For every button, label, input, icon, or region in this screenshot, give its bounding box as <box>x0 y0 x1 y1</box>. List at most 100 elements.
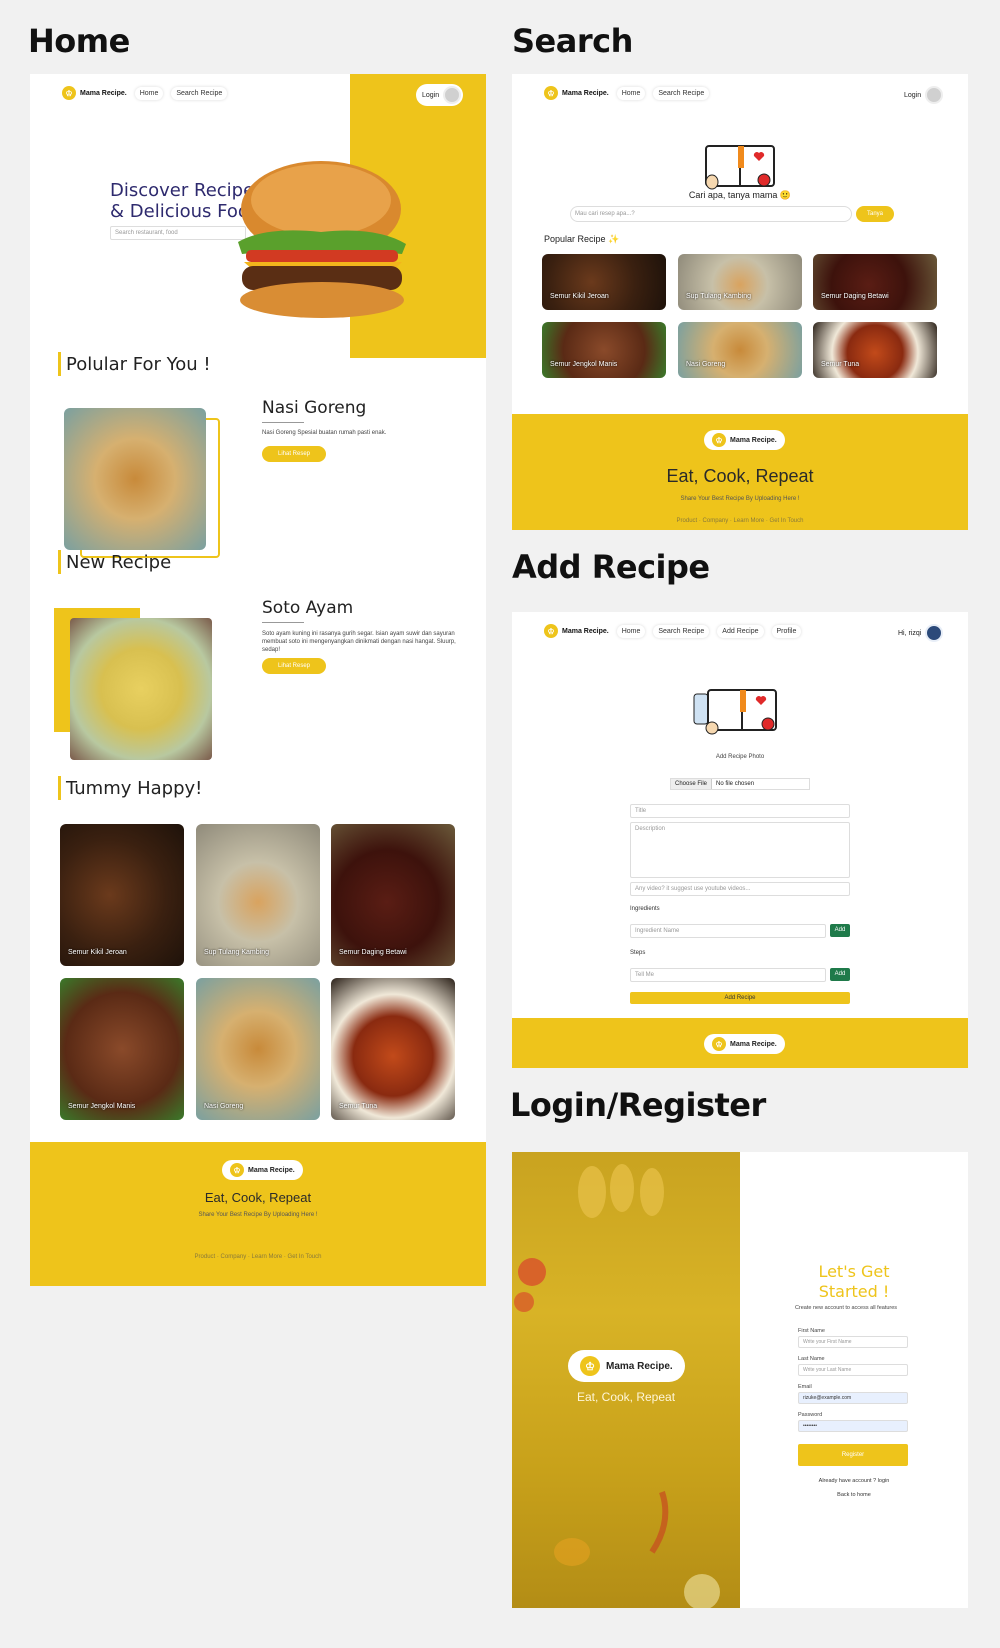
add-ingredient-button[interactable]: Add <box>830 924 850 937</box>
tummy-item-5[interactable]: Nasi Goreng <box>196 978 320 1120</box>
search-result-4[interactable]: Semur Jengkol Manis <box>542 322 666 378</box>
brand-name: Mama Recipe. <box>80 89 127 97</box>
home-screen: ♔ Mama Recipe. Home Search Recipe Login … <box>30 74 486 1286</box>
footer-subtext: Share Your Best Recipe By Uploading Here… <box>198 1212 318 1218</box>
login-button[interactable]: Login <box>898 84 946 106</box>
first-name-field[interactable]: Write your First Name <box>798 1336 908 1348</box>
popular-view-recipe-button[interactable]: Lihat Resep <box>262 446 326 462</box>
tummy-item-6[interactable]: Semur Tuna <box>331 978 455 1120</box>
register-heading: Let's Get Started ! <box>740 1262 968 1302</box>
search-input[interactable]: Mau cari resep apa...? <box>570 206 852 222</box>
search-result-5[interactable]: Nasi Goreng <box>678 322 802 378</box>
nav-profile[interactable]: Profile <box>771 624 802 638</box>
divider <box>262 622 304 623</box>
register-heading-line-1: Let's Get <box>818 1262 890 1281</box>
footer-tagline: Eat, Cook, Repeat <box>666 466 814 486</box>
search-result-1[interactable]: Semur Kikil Jeroan <box>542 254 666 310</box>
nav-home[interactable]: Home <box>616 624 646 638</box>
submit-recipe-button[interactable]: Add Recipe <box>630 992 850 1004</box>
avatar <box>443 86 462 104</box>
register-tagline: Eat, Cook, Repeat <box>576 1390 676 1404</box>
brand-name: Mama Recipe. <box>562 89 609 97</box>
popular-heading-bar <box>58 352 61 376</box>
title-field[interactable]: Title <box>630 804 850 818</box>
popular-recipe-title: Nasi Goreng <box>262 398 367 418</box>
search-result-3[interactable]: Semur Daging Betawi <box>813 254 937 310</box>
new-recipe-title: Soto Ayam <box>262 598 354 618</box>
ingredients-label: Ingredients <box>630 906 660 912</box>
brand-logo[interactable]: ♔ Mama Recipe. <box>62 86 127 100</box>
new-recipe-desc: Soto ayam kuning ini rasanya gurih segar… <box>262 631 456 653</box>
result-label: Semur Jengkol Manis <box>550 361 618 368</box>
login-link[interactable]: Already have account ? login <box>740 1478 968 1484</box>
footer-brand-name: Mama Recipe. <box>248 1166 295 1174</box>
nav-search-recipe[interactable]: Search Recipe <box>171 86 228 100</box>
register-button[interactable]: Register <box>798 1444 908 1466</box>
nav-search-recipe[interactable]: Search Recipe <box>653 624 710 638</box>
search-result-6[interactable]: Semur Tuna <box>813 322 937 378</box>
section-title-search: Search <box>512 22 633 60</box>
brand-logo[interactable]: ♔ Mama Recipe. <box>544 624 609 638</box>
step-field[interactable]: Tell Me <box>630 968 826 982</box>
tummy-item-label: Semur Kikil Jeroan <box>68 949 127 956</box>
footer-links[interactable]: Product · Company · Learn More · Get In … <box>512 518 968 524</box>
recipe-book-icon <box>705 145 775 190</box>
chef-hat-icon: ♔ <box>580 1356 600 1376</box>
footer-brand[interactable]: ♔ Mama Recipe. <box>704 430 785 450</box>
email-field[interactable]: rizuke@example.com <box>798 1392 908 1404</box>
last-name-label: Last Name <box>798 1356 825 1362</box>
login-label: Login <box>904 91 922 99</box>
chef-hat-icon: ♔ <box>544 624 558 638</box>
footer-subtext: Share Your Best Recipe By Uploading Here… <box>680 496 800 502</box>
footer-tagline: Eat, Cook, Repeat <box>204 1190 312 1205</box>
email-label: Email <box>798 1384 812 1390</box>
nav-home[interactable]: Home <box>134 86 164 100</box>
popular-heading: Polular For You ! <box>66 354 211 375</box>
register-screen: ♔ Mama Recipe. Eat, Cook, Repeat Let's G… <box>512 1152 968 1608</box>
search-prompt: Cari apa, tanya mama 🙂 <box>688 190 792 200</box>
ingredient-name-field[interactable]: Ingredient Name <box>630 924 826 938</box>
nav-search-recipe[interactable]: Search Recipe <box>653 86 710 100</box>
tummy-item-1[interactable]: Semur Kikil Jeroan <box>60 824 184 966</box>
nav-home[interactable]: Home <box>616 86 646 100</box>
footer-brand[interactable]: ♔ Mama Recipe. <box>704 1034 785 1054</box>
popular-recipe-image[interactable] <box>64 408 206 550</box>
login-button[interactable]: Login <box>416 84 464 106</box>
avatar <box>925 624 944 642</box>
new-view-recipe-button[interactable]: Lihat Resep <box>262 658 326 674</box>
nav-add-recipe[interactable]: Add Recipe <box>717 624 764 638</box>
popular-recipe-desc: Nasi Goreng Spesial buatan rumah pasti e… <box>262 430 387 436</box>
description-field[interactable]: Description <box>630 822 850 878</box>
tummy-item-2[interactable]: Sup Tulang Kambing <box>196 824 320 966</box>
tummy-item-3[interactable]: Semur Daging Betawi <box>331 824 455 966</box>
choose-file-button[interactable]: Choose File <box>671 779 713 789</box>
footer-links[interactable]: Product · Company · Learn More · Get In … <box>30 1254 486 1260</box>
result-label: Semur Kikil Jeroan <box>550 293 609 300</box>
search-screen: ♔ Mama Recipe. Home Search Recipe Login … <box>512 74 968 530</box>
register-subtitle: Create new account to access all feature… <box>794 1305 898 1311</box>
brand-logo[interactable]: ♔ Mama Recipe. <box>544 86 609 100</box>
user-menu[interactable]: Hi, rizqi <box>892 622 946 644</box>
tummy-item-4[interactable]: Semur Jengkol Manis <box>60 978 184 1120</box>
file-input[interactable]: Choose File No file chosen <box>670 778 810 790</box>
add-step-button[interactable]: Add <box>830 968 850 981</box>
home-footer: ♔ Mama Recipe. Eat, Cook, Repeat Share Yo… <box>30 1142 486 1286</box>
chef-hat-icon: ♔ <box>712 433 726 447</box>
password-field[interactable]: •••••••• <box>798 1420 908 1432</box>
first-name-label: First Name <box>798 1328 825 1334</box>
chef-hat-icon: ♔ <box>230 1163 244 1177</box>
footer-brand[interactable]: ♔ Mama Recipe. <box>222 1160 303 1180</box>
brand-name: Mama Recipe. <box>562 627 609 635</box>
new-recipe-image[interactable] <box>70 618 212 760</box>
section-title-home: Home <box>28 22 130 60</box>
tummy-item-label: Sup Tulang Kambing <box>204 949 269 956</box>
register-heading-line-2: Started ! <box>818 1282 890 1301</box>
popular-recipe-label: Popular Recipe ✨ <box>544 234 620 244</box>
search-footer: ♔ Mama Recipe. Eat, Cook, Repeat Share Yo… <box>512 414 968 530</box>
search-submit-button[interactable]: Tanya <box>856 206 894 222</box>
new-heading-bar <box>58 550 61 574</box>
video-field[interactable]: Any video? it suggest use youtube videos… <box>630 882 850 896</box>
search-result-2[interactable]: Sup Tulang Kambing <box>678 254 802 310</box>
back-home-link[interactable]: Back to home <box>740 1492 968 1498</box>
last-name-field[interactable]: Write your Last Name <box>798 1364 908 1376</box>
